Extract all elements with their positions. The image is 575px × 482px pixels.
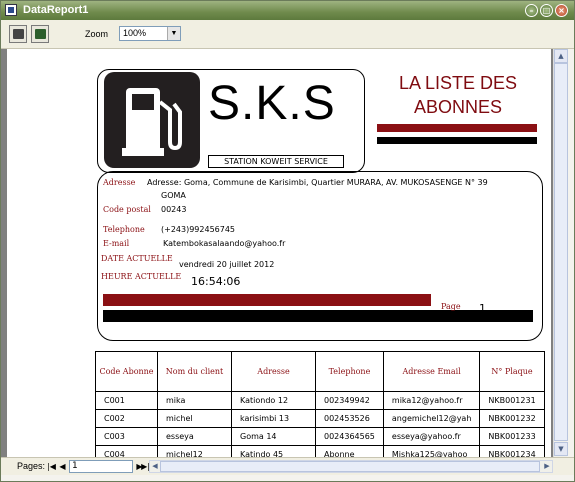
info-red-bar xyxy=(103,294,431,306)
vertical-scrollbar[interactable]: ▲ ▼ xyxy=(553,49,568,457)
toolbar: Zoom 100% ▼ xyxy=(1,20,574,49)
minimize-button[interactable]: – xyxy=(525,4,538,17)
page-number-input[interactable]: 1 xyxy=(69,460,133,473)
table-row: C003 esseya Goma 14 0024364565 esseya@ya… xyxy=(95,427,545,446)
printer-icon xyxy=(13,29,24,39)
cell-name: mika xyxy=(157,391,232,410)
table-row: C004 michel12 Katindo 45 Abonne Mishka12… xyxy=(95,445,545,457)
cell-address: Goma 14 xyxy=(231,427,316,446)
title-black-bar xyxy=(377,137,537,144)
cell-email: mika12@yahoo.fr xyxy=(382,391,481,410)
table-row: C001 mika Kationdo 12 002349942 mika12@y… xyxy=(95,391,545,410)
header-plaque: N° Plaque xyxy=(479,351,545,392)
horizontal-scroll-thumb[interactable] xyxy=(160,461,540,472)
info-black-bar xyxy=(103,310,533,322)
scroll-up-button[interactable]: ▲ xyxy=(554,49,568,63)
title-red-bar xyxy=(377,124,537,132)
title-bar[interactable]: DataReport1 – □ × xyxy=(1,1,574,20)
address-value: Adresse: Goma, Commune de Karisimbi, Qua… xyxy=(147,178,488,187)
cell-phone: 002453526 xyxy=(315,409,384,428)
cell-plate: NKB001231 xyxy=(479,391,545,410)
report-page: S.K.S STATION KOWEIT SERVICE LA LISTE DE… xyxy=(7,49,551,457)
email-label: E-mail xyxy=(103,239,130,248)
station-name: STATION KOWEIT SERVICE xyxy=(208,155,344,168)
maximize-button[interactable]: □ xyxy=(540,4,553,17)
cell-name: esseya xyxy=(157,427,232,446)
pages-label: Pages: xyxy=(17,461,46,471)
scroll-down-button[interactable]: ▼ xyxy=(554,442,568,456)
zoom-label: Zoom xyxy=(85,29,109,39)
phone-label: Telephone xyxy=(103,225,145,234)
export-button[interactable] xyxy=(31,25,49,43)
cell-name: michel12 xyxy=(157,445,232,457)
logo-frame: S.K.S STATION KOWEIT SERVICE xyxy=(97,69,365,173)
horizontal-scrollbar[interactable]: ◀ ▶ xyxy=(149,460,553,473)
table-header-row: Code Abonne Nom du client Adresse Teleph… xyxy=(95,351,545,392)
vertical-scroll-thumb[interactable] xyxy=(554,63,568,441)
cell-plate: NBK001232 xyxy=(479,409,545,428)
zoom-value: 100% xyxy=(123,28,147,38)
report-canvas: S.K.S STATION KOWEIT SERVICE LA LISTE DE… xyxy=(1,49,553,457)
cell-code: C004 xyxy=(95,445,158,457)
phone-value: (+243)992456745 xyxy=(161,225,236,234)
postal-code-label: Code postal xyxy=(103,205,151,214)
close-button[interactable]: × xyxy=(555,4,568,17)
cell-plate: NBK001233 xyxy=(479,427,545,446)
fuel-pump-icon xyxy=(104,72,200,168)
print-button[interactable] xyxy=(9,25,27,43)
page-label: Page xyxy=(441,302,461,311)
header-code-abonne: Code Abonne xyxy=(95,351,158,392)
status-bar: Pages: |◀ ◀ 1 ▶ ▶| ◀ ▶ xyxy=(1,457,574,475)
cell-email: angemichel12@yah xyxy=(382,409,481,428)
window-title: DataReport1 xyxy=(23,4,89,16)
table-row: C002 michel karisimbi 13 002453526 angem… xyxy=(95,409,545,428)
cell-name: michel xyxy=(157,409,232,428)
header-adresse: Adresse xyxy=(231,351,316,392)
header-adresse-email: Adresse Email xyxy=(382,351,481,392)
cell-code: C003 xyxy=(95,427,158,446)
chevron-down-icon[interactable]: ▼ xyxy=(167,27,180,40)
report-title-line-2: ABONNES xyxy=(413,97,503,117)
header-telephone: Telephone xyxy=(315,351,384,392)
cell-code: C001 xyxy=(95,391,158,410)
email-value: Katembokasalaando@yahoo.fr xyxy=(163,239,286,248)
app-icon xyxy=(5,4,17,16)
cell-phone: Abonne xyxy=(315,445,384,457)
postal-code-value: 00243 xyxy=(161,205,187,214)
subscribers-table: Code Abonne Nom du client Adresse Teleph… xyxy=(95,351,545,457)
report-title-line-1: LA LISTE DES xyxy=(398,73,518,93)
cell-phone: 002349942 xyxy=(315,391,384,410)
cell-code: C002 xyxy=(95,409,158,428)
company-logo-text: S.K.S xyxy=(208,77,336,130)
header-nom-client: Nom du client xyxy=(157,351,232,392)
report-window: DataReport1 – □ × Zoom 100% ▼ S.K.S STAT… xyxy=(0,0,575,482)
export-icon xyxy=(35,29,46,39)
date-value: vendredi 20 juillet 2012 xyxy=(179,260,275,269)
date-label: DATE ACTUELLE xyxy=(101,254,173,263)
address-city: GOMA xyxy=(161,191,186,200)
cell-phone: 0024364565 xyxy=(315,427,384,446)
report-title: LA LISTE DES ABONNES xyxy=(367,71,549,119)
cell-address: Kationdo 12 xyxy=(231,391,316,410)
first-page-button[interactable]: |◀ xyxy=(47,461,56,472)
time-value: 16:54:06 xyxy=(191,275,241,288)
cell-email: esseya@yahoo.fr xyxy=(382,427,481,446)
address-label: Adresse xyxy=(103,178,136,187)
cell-address: Katindo 45 xyxy=(231,445,316,457)
scroll-left-button[interactable]: ◀ xyxy=(150,461,160,472)
scroll-right-button[interactable]: ▶ xyxy=(542,461,552,472)
cell-address: karisimbi 13 xyxy=(231,409,316,428)
cell-plate: NBK001234 xyxy=(479,445,545,457)
page-number: 1 xyxy=(479,302,486,315)
zoom-select[interactable]: 100% ▼ xyxy=(119,26,181,41)
previous-page-button[interactable]: ◀ xyxy=(58,461,67,472)
cell-email: Mishka125@yahoo xyxy=(382,445,481,457)
time-label: HEURE ACTUELLE xyxy=(101,272,182,281)
